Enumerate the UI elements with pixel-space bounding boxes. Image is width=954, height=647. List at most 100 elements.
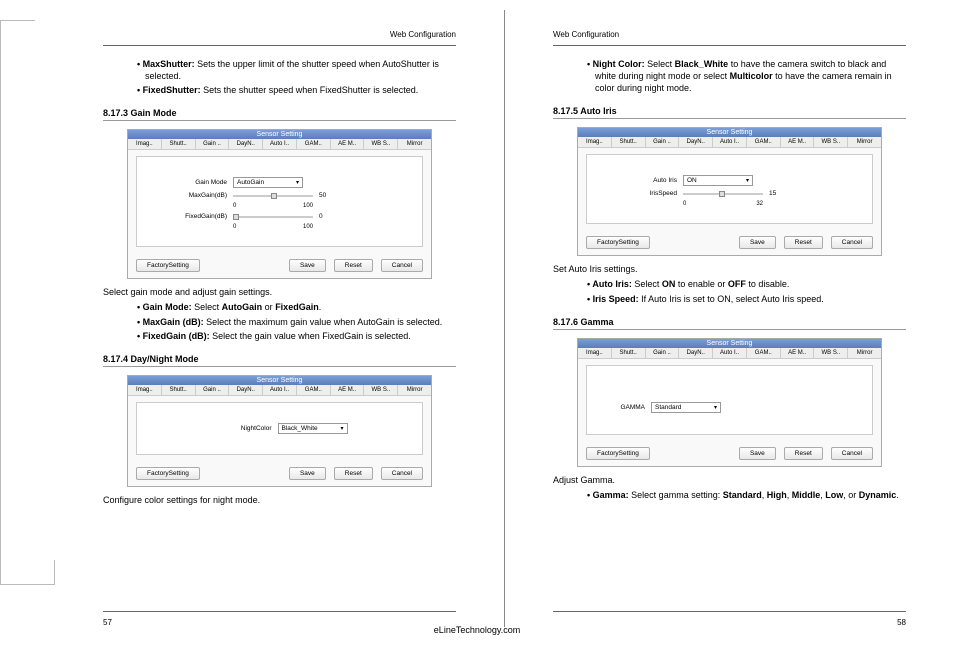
dropdown-autoiris[interactable]: ON▾ — [683, 175, 753, 186]
panel-gamma: Sensor Setting Imag..Shutt..Gain ..DayN.… — [577, 338, 882, 467]
rule — [103, 366, 456, 367]
tab[interactable]: Imag.. — [578, 137, 612, 147]
factory-button[interactable]: FactorySetting — [586, 447, 650, 460]
crop-mark — [0, 560, 55, 585]
panel-autoiris: Sensor Setting Imag..Shutt..Gain ..DayN.… — [577, 127, 882, 256]
site-url: eLineTechnology.com — [434, 625, 520, 635]
tab[interactable]: Shutt.. — [162, 139, 196, 149]
cancel-button[interactable]: Cancel — [381, 259, 423, 272]
chevron-down-icon: ▾ — [714, 404, 717, 411]
tab[interactable]: Imag.. — [578, 348, 612, 358]
label: Gain Mode — [147, 179, 227, 186]
slider-irisspeed[interactable] — [683, 191, 763, 197]
panel-title: Sensor Setting — [578, 128, 881, 137]
cancel-button[interactable]: Cancel — [831, 447, 873, 460]
slider-fixedgain[interactable] — [233, 214, 313, 220]
tab[interactable]: Gain .. — [646, 137, 680, 147]
tab[interactable]: Auto I.. — [263, 385, 297, 395]
reset-button[interactable]: Reset — [334, 259, 373, 272]
panel-gain: Sensor Setting Imag..Shutt..Gain ..DayN.… — [127, 129, 432, 279]
page-number: 58 — [553, 611, 906, 627]
label: Auto Iris — [597, 177, 677, 184]
page-header: Web Configuration — [103, 30, 456, 39]
bullet: Gamma: Select gamma setting: Standard, H… — [583, 489, 906, 501]
reset-button[interactable]: Reset — [334, 467, 373, 480]
tabs: Imag..Shutt..Gain ..DayN..Auto I..GAM..A… — [128, 385, 431, 396]
page-number: 57 — [103, 611, 456, 627]
slider-maxgain[interactable] — [233, 193, 313, 199]
factory-button[interactable]: FactorySetting — [136, 259, 200, 272]
label: IrisSpeed — [597, 190, 677, 197]
tab[interactable]: Mirror — [848, 137, 881, 147]
tab[interactable]: Shutt.. — [612, 348, 646, 358]
tab[interactable]: WB S.. — [364, 139, 398, 149]
cancel-button[interactable]: Cancel — [381, 467, 423, 480]
page-right: Web Configuration Night Color: Select Bl… — [505, 0, 954, 647]
save-button[interactable]: Save — [739, 236, 776, 249]
tab[interactable]: WB S.. — [364, 385, 398, 395]
caption: Configure color settings for night mode. — [103, 495, 456, 505]
tab[interactable]: Mirror — [398, 139, 431, 149]
tab[interactable]: GAM.. — [747, 137, 781, 147]
tabs: Imag..Shutt..Gain ..DayN..Auto I..GAM..A… — [128, 139, 431, 150]
panel-title: Sensor Setting — [578, 339, 881, 348]
tab[interactable]: Mirror — [398, 385, 431, 395]
section-autoiris: 8.17.5 Auto Iris — [553, 106, 906, 116]
page-header: Web Configuration — [553, 30, 906, 39]
tab[interactable]: WB S.. — [814, 348, 848, 358]
dropdown-gamma[interactable]: Standard▾ — [651, 402, 721, 413]
section-gain-mode: 8.17.3 Gain Mode — [103, 108, 456, 118]
tab[interactable]: DayN.. — [679, 137, 713, 147]
rule — [103, 45, 456, 46]
tab[interactable]: WB S.. — [814, 137, 848, 147]
tab[interactable]: GAM.. — [297, 385, 331, 395]
tab[interactable]: Shutt.. — [162, 385, 196, 395]
caption: Select gain mode and adjust gain setting… — [103, 287, 456, 297]
panel-title: Sensor Setting — [128, 376, 431, 385]
tabs: Imag..Shutt..Gain ..DayN..Auto I..GAM..A… — [578, 348, 881, 359]
cancel-button[interactable]: Cancel — [831, 236, 873, 249]
tab[interactable]: Imag.. — [128, 385, 162, 395]
tab[interactable]: Gain .. — [196, 139, 230, 149]
tab[interactable]: AE M.. — [781, 137, 815, 147]
dropdown-gain-mode[interactable]: AutoGain▾ — [233, 177, 303, 188]
tab[interactable]: AE M.. — [781, 348, 815, 358]
tab[interactable]: Auto I.. — [713, 348, 747, 358]
tab[interactable]: AE M.. — [331, 139, 365, 149]
rule — [553, 45, 906, 46]
save-button[interactable]: Save — [289, 259, 326, 272]
bullet: FixedShutter: Sets the shutter speed whe… — [133, 84, 456, 96]
tab[interactable]: Imag.. — [128, 139, 162, 149]
bullet: MaxGain (dB): Select the maximum gain va… — [133, 316, 456, 328]
tab[interactable]: DayN.. — [679, 348, 713, 358]
rule — [103, 120, 456, 121]
label: FixedGain(dB) — [147, 213, 227, 220]
tab[interactable]: DayN.. — [229, 385, 263, 395]
rule — [553, 118, 906, 119]
chevron-down-icon: ▾ — [296, 179, 299, 186]
dropdown-nightcolor[interactable]: Black_White▾ — [278, 423, 348, 434]
factory-button[interactable]: FactorySetting — [586, 236, 650, 249]
reset-button[interactable]: Reset — [784, 447, 823, 460]
tab[interactable]: GAM.. — [297, 139, 331, 149]
bullet: Iris Speed: If Auto Iris is set to ON, s… — [583, 293, 906, 305]
reset-button[interactable]: Reset — [784, 236, 823, 249]
tab[interactable]: Gain .. — [646, 348, 680, 358]
factory-button[interactable]: FactorySetting — [136, 467, 200, 480]
tab[interactable]: Mirror — [848, 348, 881, 358]
chevron-down-icon: ▾ — [340, 425, 343, 432]
save-button[interactable]: Save — [739, 447, 776, 460]
tab[interactable]: Gain .. — [196, 385, 230, 395]
save-button[interactable]: Save — [289, 467, 326, 480]
crop-mark — [0, 20, 35, 580]
tab[interactable]: GAM.. — [747, 348, 781, 358]
tab[interactable]: AE M.. — [331, 385, 365, 395]
caption: Set Auto Iris settings. — [553, 264, 906, 274]
bullet: Auto Iris: Select ON to enable or OFF to… — [583, 278, 906, 290]
bullet: Gain Mode: Select AutoGain or FixedGain. — [133, 301, 456, 313]
tab[interactable]: Shutt.. — [612, 137, 646, 147]
tab[interactable]: Auto I.. — [263, 139, 297, 149]
tab[interactable]: DayN.. — [229, 139, 263, 149]
bullet: FixedGain (dB): Select the gain value wh… — [133, 330, 456, 342]
tab[interactable]: Auto I.. — [713, 137, 747, 147]
